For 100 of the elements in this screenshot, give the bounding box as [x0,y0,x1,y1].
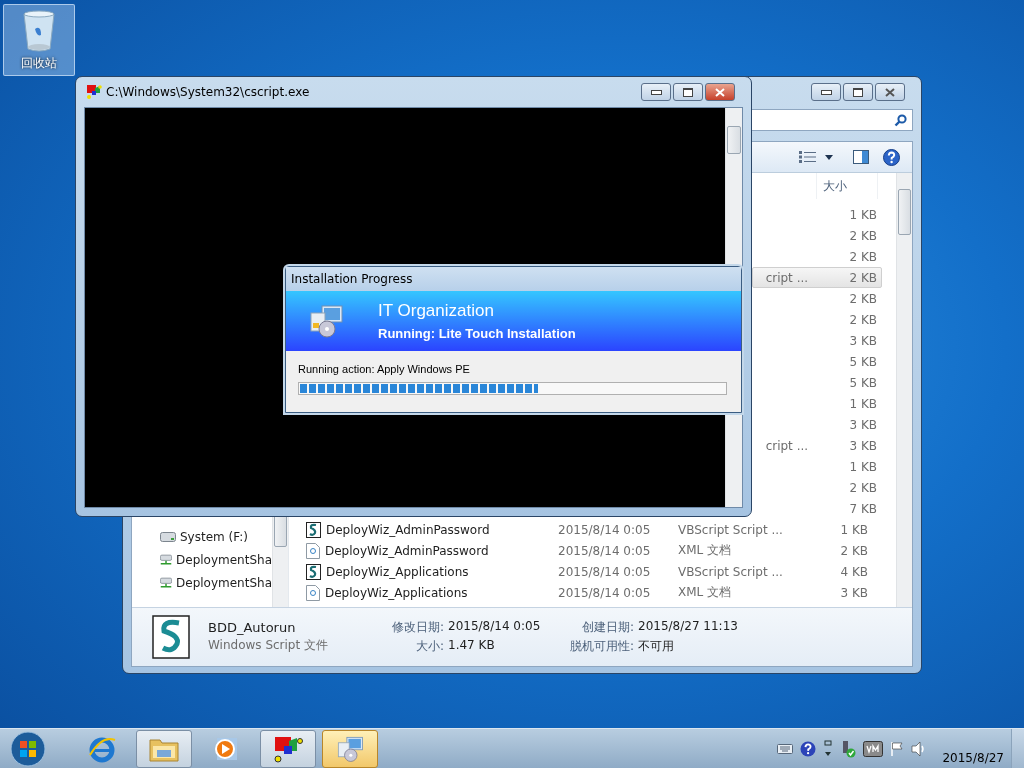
file-row[interactable]: 5 KB [752,351,882,372]
size-cell: 2 KB [849,270,877,285]
file-row[interactable]: 2 KB [752,309,882,330]
size-cell: 2 KB [849,480,877,495]
file-row[interactable]: 1 KB [752,204,882,225]
recycle-bin-icon [21,8,57,53]
file-row[interactable]: DeployWiz_Applications 2015/8/14 0:05 VBScript Script ... 4 KB [295,561,882,582]
scrollbar[interactable] [896,173,912,607]
file-name: DeployWiz_AdminPassword [325,543,489,558]
recycle-bin-shortcut[interactable]: 回收站 [3,4,75,76]
size-cell: 1 KB [849,459,877,474]
file-row[interactable]: 1 KB [752,456,882,477]
type-cell: VBScript Script ... [678,564,783,579]
network-drive-icon [160,552,172,567]
file-row[interactable]: 2 KB [752,477,882,498]
caret-icon[interactable] [825,154,833,160]
file-row[interactable]: 2 KB [752,246,882,267]
organization-name: IT Organization [378,301,495,321]
search-field[interactable] [751,109,913,131]
file-row[interactable]: DeployWiz_AdminPassword 2015/8/14 0:05 XML 文档 2 KB [295,540,882,561]
status-text: Running: Lite Touch Installation [378,326,576,341]
keyboard-icon[interactable] [777,743,794,754]
file-row[interactable]: cript ... 2 KB [752,267,882,288]
date-cell: 2015/8/14 0:05 [558,543,651,558]
size-cell: 1 KB [849,207,877,222]
file-row[interactable]: cript ... 3 KB [752,435,882,456]
view-list-icon[interactable] [799,151,817,163]
preview-pane-icon[interactable] [853,150,869,164]
file-row[interactable]: 3 KB [752,330,882,351]
maximize-button[interactable] [673,83,703,101]
nav-item[interactable]: DeploymentSha [160,571,272,594]
size-cell: 2 KB [849,228,877,243]
file-row[interactable]: 2 KB [752,225,882,246]
console-app-icon [86,84,102,100]
close-button[interactable] [705,83,735,101]
script-file-icon [152,615,190,659]
xml-file-icon [306,584,320,601]
windows-stack-caret-icon[interactable] [823,739,834,758]
type-cell: XML 文档 [678,585,732,599]
date-text: 2015/8/27 [942,751,1004,765]
maximize-button[interactable] [843,83,873,101]
minimize-button[interactable] [641,83,671,101]
network-drive-icon [160,575,172,590]
taskbar-button[interactable] [260,729,316,768]
column-header[interactable]: 大小 [816,173,878,199]
file-row[interactable]: 1 KB [752,393,882,414]
help-icon[interactable] [883,148,900,166]
computer-disc-icon [335,734,365,763]
close-icon [715,87,725,97]
size-cell: 3 KB [849,438,877,453]
start-button[interactable] [10,730,46,767]
nav-item[interactable]: DeploymentSha [160,548,272,571]
file-name: DeployWiz_Applications [326,564,469,579]
file-row[interactable]: 2 KB [752,288,882,309]
property-label: 脱机可用性: [568,638,634,655]
window-title: C:\Windows\System32\cscript.exe [106,85,310,99]
minimize-button[interactable] [811,83,841,101]
size-cell: 2 KB [840,543,868,558]
shapes-app-icon [273,734,303,763]
size-cell: 2 KB [849,312,877,327]
property-label: 大小: [414,638,444,655]
size-cell: 1 KB [849,396,877,411]
computer-disc-icon [308,303,344,339]
size-cell: 5 KB [849,375,877,390]
file-row[interactable]: 3 KB [752,414,882,435]
date-cell: 2015/8/14 0:05 [558,585,651,600]
date-cell: 2015/8/14 0:05 [558,522,651,537]
property-value: 2015/8/14 0:05 [448,619,542,635]
size-cell: 1 KB [840,522,868,537]
media-player-icon [213,735,239,762]
file-name: DeployWiz_Applications [325,585,468,600]
xml-file-icon [306,542,320,559]
file-name: DeployWiz_AdminPassword [326,522,490,537]
script-file-icon [306,521,321,538]
close-button[interactable] [875,83,905,101]
usb-check-icon[interactable] [840,739,857,758]
type-cell: VBScript Script ... [678,522,783,537]
file-row[interactable]: DeployWiz_AdminPassword 2015/8/14 0:05 VBScript Script ... 1 KB [295,519,882,540]
nav-item[interactable]: System (F:) [160,525,272,548]
size-cell: 7 KB [849,501,877,516]
size-cell: 4 KB [840,564,868,579]
property-label: 创建日期: [580,619,634,636]
file-row[interactable]: DeployWiz_Applications 2015/8/14 0:05 XML 文档 3 KB [295,582,882,603]
type-cell: cript ... [765,438,809,453]
help-icon[interactable] [800,740,817,757]
script-file-icon [306,563,321,580]
dialog-title: Installation Progress [291,272,413,286]
flag-icon[interactable] [890,740,905,757]
size-cell: 2 KB [849,291,877,306]
property-value: 2015/8/27 11:13 [638,619,738,635]
property-value: 不可用 [638,638,675,655]
file-row[interactable]: 7 KB [752,498,882,519]
vm-icon[interactable] [863,740,884,757]
close-icon [885,87,895,97]
file-row[interactable]: 5 KB [752,372,882,393]
size-cell: 2 KB [849,249,877,264]
size-cell: 5 KB [849,354,877,369]
drive-icon [160,531,176,542]
file-type: Windows Script 文件 [208,637,329,654]
size-cell: 3 KB [840,585,868,600]
